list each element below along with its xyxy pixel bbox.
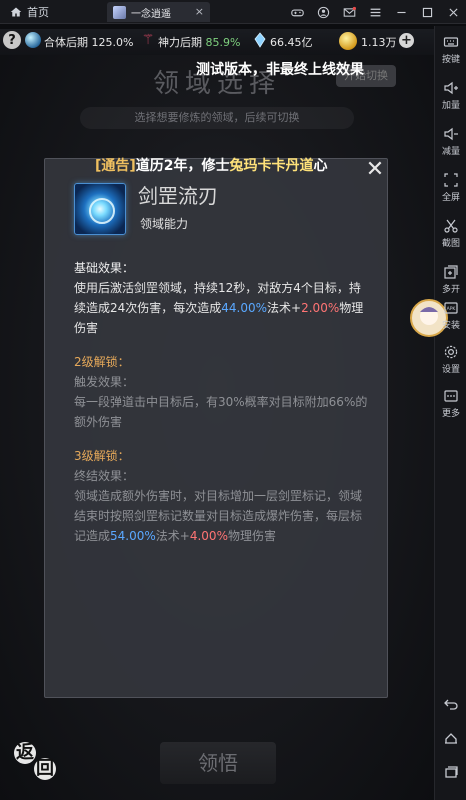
multi-instance-icon: [444, 265, 458, 279]
nav-home-icon[interactable]: [443, 730, 459, 746]
back-char-2: 回: [34, 758, 56, 780]
level3-effect-text-c: 物理伤害: [227, 529, 276, 543]
svg-text:APK: APK: [447, 306, 457, 312]
level3-effect-text-b: 法术+: [155, 529, 190, 543]
test-watermark: 测试版本，非最终上线效果: [196, 62, 364, 78]
level3-effect-text: 领域造成额外伤害时，对目标增加一层剑罡标记，领域结束时按照剑罡标记数量对目标造成…: [74, 486, 369, 546]
spirit-value: 85.9%: [205, 36, 241, 49]
level2-sub-title: 触发效果：: [74, 375, 135, 389]
base-magic-percent: 44.00%: [221, 301, 268, 315]
emulator-titlebar: 首页 一念逍遥 ×: [0, 0, 466, 24]
base-effect-title: 基础效果：: [74, 261, 135, 275]
gear-icon: [444, 345, 458, 359]
base-effect-text-b: 法术+: [267, 301, 302, 315]
notice-player-name: 兔玛卡卡丹道: [229, 158, 314, 174]
home-tab[interactable]: 首页: [10, 3, 49, 21]
notice-tag: [通告]: [95, 158, 136, 174]
game-tab[interactable]: 一念逍遥 ×: [107, 2, 210, 22]
fullscreen-icon: [444, 173, 458, 187]
sword-domain-skill-icon: [74, 183, 126, 235]
sidebar-install-label: 安装: [441, 321, 460, 331]
skill-description: 基础效果： 使用后激活剑罡领域，持续12秒，对敌方4个目标，持续造成24次伤害，…: [74, 258, 369, 546]
level3-physical-percent: 4.00%: [189, 529, 228, 543]
sidebar-item-vol-down[interactable]: 减量: [435, 126, 466, 157]
sidebar-item-fullscreen[interactable]: 全屏: [435, 172, 466, 203]
volume-up-icon: [444, 81, 458, 95]
nav-back-icon[interactable]: [443, 696, 459, 712]
base-physical-percent: 2.00%: [301, 301, 340, 315]
level2-unlock-title: 2级解锁：: [74, 355, 130, 369]
spirit-power-icon[interactable]: ⚚: [140, 32, 156, 48]
nav-recent-icon[interactable]: [443, 764, 459, 780]
keyboard-icon: [443, 37, 459, 47]
skill-name: 剑罡流刃: [138, 184, 218, 208]
spirit-stones-value: 66.45亿: [270, 36, 313, 49]
menu-icon[interactable]: [362, 3, 388, 21]
home-label: 首页: [27, 6, 49, 19]
close-icon[interactable]: [440, 3, 466, 21]
domain-select-subtitle: 选择想要修炼的领域，后续可切换: [80, 107, 354, 129]
level3-magic-percent: 54.00%: [110, 529, 156, 543]
sidebar-item-more[interactable]: 更多: [435, 388, 466, 419]
maximize-icon[interactable]: [414, 3, 440, 21]
emulator-sidebar: 按键 加量 减量 全屏 截图 多开 APK 安装 设置 更多: [410, 26, 466, 800]
spirit-stat: 神力后期 85.9%: [158, 34, 240, 50]
realm-value: 125.0%: [91, 36, 134, 49]
add-currency-button[interactable]: +: [399, 33, 414, 48]
more-icon: [444, 390, 458, 402]
sidebar-multi-label: 多开: [441, 285, 460, 295]
base-effect-text: 使用后激活剑罡领域，持续12秒，对敌方4个目标，持续造成24次伤害，每次造成44…: [74, 278, 369, 338]
sidebar-keys-label: 按键: [441, 55, 460, 65]
level2-effect-text: 每一段弹道击中目标后，有30%概率对目标附加66%的额外伤害: [74, 395, 368, 429]
game-tab-title: 一念逍遥: [131, 8, 171, 20]
tab-close-icon[interactable]: ×: [195, 5, 204, 18]
volume-down-icon: [444, 127, 458, 141]
apk-install-icon: APK: [444, 302, 458, 314]
sidebar-item-multi[interactable]: 多开: [435, 264, 466, 295]
gold-coin-icon[interactable]: [339, 32, 357, 50]
sidebar-more-label: 更多: [441, 409, 460, 419]
home-icon: [10, 7, 22, 17]
sidebar-item-screenshot[interactable]: 截图: [435, 218, 466, 249]
sidebar-item-settings[interactable]: 设置: [435, 344, 466, 375]
sidebar-item-install[interactable]: APK 安装: [435, 300, 466, 331]
sidebar-settings-label: 设置: [441, 365, 460, 375]
game-status-bar: ? 合体后期 125.0% ⚚ 神力后期 85.9% 66.45亿 1.13万 …: [0, 29, 434, 55]
comprehend-button[interactable]: 领悟: [160, 742, 276, 784]
mail-icon[interactable]: [336, 3, 362, 21]
announcement-banner: [通告]道历2年，修士兔玛卡卡丹道心: [95, 155, 370, 181]
realm-label: 合体后期: [44, 36, 88, 49]
skill-type: 领域能力: [140, 217, 189, 231]
sidebar-item-keys[interactable]: 按键: [435, 34, 466, 65]
realm-stat: 合体后期 125.0%: [44, 34, 133, 50]
scissors-icon: [444, 219, 458, 233]
level3-sub-title: 终结效果：: [74, 469, 135, 483]
gold-value: 1.13万: [361, 36, 397, 49]
sidebar-screenshot-label: 截图: [441, 239, 460, 249]
level3-unlock-title: 3级解锁：: [74, 449, 130, 463]
app-icon: [113, 5, 126, 19]
back-button[interactable]: 返 回: [12, 742, 60, 782]
modal-close-icon[interactable]: ✕: [364, 159, 386, 181]
gamepad-icon[interactable]: [284, 3, 310, 21]
back-char-1: 返: [14, 742, 36, 764]
sidebar-vol-up-label: 加量: [441, 101, 460, 111]
spirit-label: 神力后期: [158, 36, 202, 49]
sidebar-vol-down-label: 减量: [441, 147, 460, 157]
account-icon[interactable]: [310, 3, 336, 21]
spirit-stone-icon[interactable]: [253, 32, 267, 48]
cultivation-orb-icon[interactable]: [25, 32, 41, 48]
notice-text-1: 道历2年，修士: [135, 158, 230, 174]
sidebar-item-vol-up[interactable]: 加量: [435, 80, 466, 111]
minimize-icon[interactable]: [388, 3, 414, 21]
sidebar-fullscreen-label: 全屏: [441, 193, 460, 203]
help-icon[interactable]: ?: [3, 31, 21, 49]
notice-text-2: 心: [313, 158, 328, 174]
